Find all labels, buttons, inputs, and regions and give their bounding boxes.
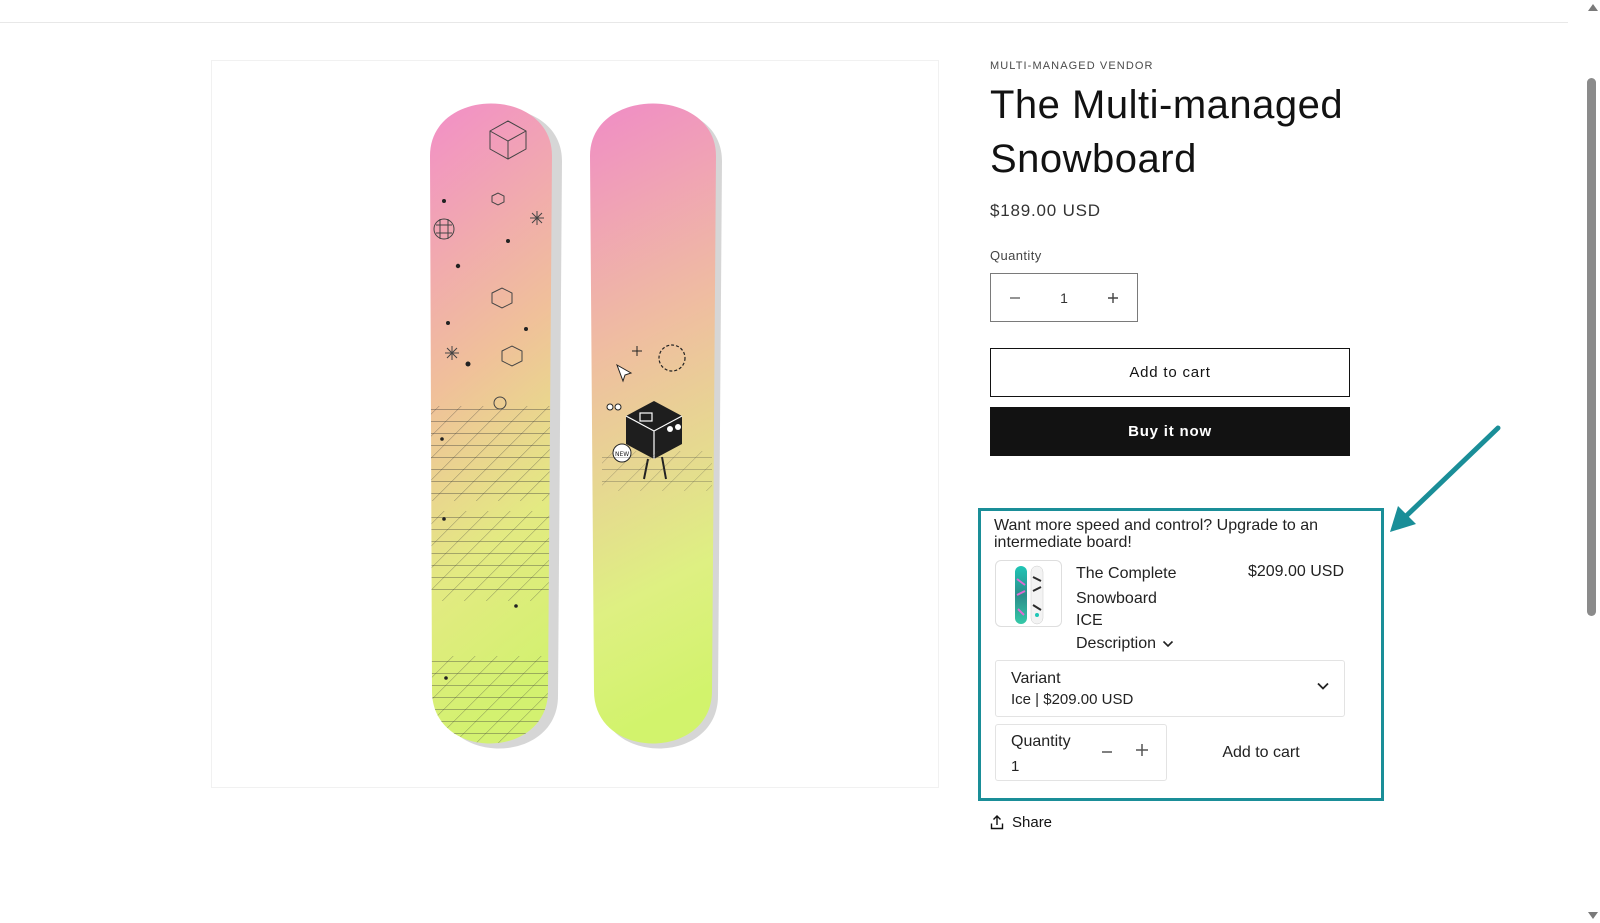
product-image-frame[interactable]: NEW bbox=[211, 60, 939, 788]
upsell-product-name[interactable]: The Complete Snowboard bbox=[1076, 561, 1216, 611]
upsell-quantity-label: Quantity bbox=[1011, 733, 1071, 750]
minus-icon bbox=[1010, 296, 1020, 299]
quantity-decrease-button[interactable] bbox=[991, 274, 1039, 321]
product-title: The Multi-managed Snowboard bbox=[990, 83, 1344, 181]
product-vendor: MULTI-MANAGED VENDOR bbox=[990, 60, 1154, 72]
upsell-quantity-increase-button[interactable] bbox=[1134, 738, 1150, 764]
chevron-down-icon bbox=[1162, 640, 1174, 648]
upsell-variant-select-label: Variant bbox=[1011, 670, 1061, 687]
plus-icon bbox=[1136, 744, 1148, 756]
upsell-variant-select[interactable]: Variant Ice | $209.00 USD bbox=[995, 660, 1345, 717]
quantity-increase-button[interactable] bbox=[1089, 274, 1137, 321]
scroll-thumb[interactable] bbox=[1587, 78, 1596, 616]
upsell-quantity-input[interactable]: 1 bbox=[1011, 758, 1019, 775]
upsell-product-image bbox=[1015, 565, 1044, 625]
product-price: $189.00 USD bbox=[990, 201, 1101, 220]
share-label: Share bbox=[1012, 814, 1053, 831]
header-divider bbox=[0, 22, 1568, 23]
scroll-up-arrow-icon[interactable] bbox=[1588, 4, 1598, 11]
share-icon bbox=[990, 815, 1004, 830]
buy-now-button[interactable]: Buy it now bbox=[990, 407, 1350, 456]
scroll-down-arrow-icon[interactable] bbox=[1588, 912, 1598, 919]
upsell-variant-name: ICE bbox=[1076, 612, 1103, 629]
minus-icon bbox=[1102, 751, 1112, 753]
upsell-quantity-decrease-button[interactable] bbox=[1100, 739, 1114, 765]
page-scrollbar[interactable] bbox=[1584, 0, 1600, 923]
upsell-description-toggle[interactable]: Description bbox=[1076, 635, 1174, 653]
product-image-snowboards: NEW bbox=[430, 103, 722, 749]
plus-icon bbox=[1107, 292, 1118, 303]
chevron-down-icon bbox=[1317, 682, 1329, 690]
upsell-headline: Want more speed and control? Upgrade to … bbox=[994, 517, 1319, 551]
upsell-product-price: $209.00 USD bbox=[1247, 563, 1344, 580]
quantity-stepper: 1 bbox=[990, 273, 1138, 322]
upsell-offer-card: Want more speed and control? Upgrade to … bbox=[978, 508, 1384, 801]
callout-arrow-icon bbox=[1390, 425, 1501, 532]
quantity-label: Quantity bbox=[990, 248, 1042, 263]
share-button[interactable]: Share bbox=[990, 814, 1052, 831]
upsell-product-thumbnail[interactable] bbox=[995, 560, 1062, 627]
upsell-quantity-field: Quantity 1 bbox=[995, 724, 1167, 781]
upsell-variant-select-value: Ice | $209.00 USD bbox=[1011, 691, 1134, 708]
upsell-description-label: Description bbox=[1076, 635, 1157, 652]
add-to-cart-button[interactable]: Add to cart bbox=[990, 348, 1350, 397]
upsell-add-to-cart-button[interactable]: Add to cart bbox=[1177, 724, 1345, 781]
quantity-input[interactable]: 1 bbox=[1060, 290, 1068, 306]
